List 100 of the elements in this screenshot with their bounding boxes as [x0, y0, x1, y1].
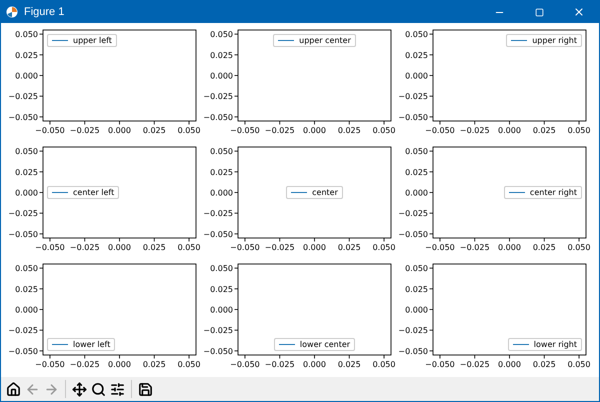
y-tick-label: 0.025: [405, 284, 428, 294]
x-tick-label: 0.000: [108, 360, 131, 369]
legend-label: center left: [73, 188, 114, 197]
x-tick-label: 0.000: [498, 126, 521, 135]
y-tick-label: −0.025: [203, 209, 233, 218]
x-tick-label: −0.025: [460, 243, 490, 252]
x-tick-label: 0.050: [372, 126, 396, 135]
x-tick-label: −0.050: [230, 243, 260, 252]
x-tick-label: 0.050: [372, 360, 396, 369]
y-tick-label: 0.025: [405, 50, 428, 60]
x-tick-label: −0.025: [70, 243, 100, 252]
x-tick-label: 0.000: [303, 360, 326, 369]
y-tick-label: 0.000: [210, 188, 233, 198]
y-tick-label: 0.000: [15, 72, 38, 80]
y-tick-label: 0.000: [405, 306, 428, 314]
y-tick-label: 0.025: [210, 284, 233, 294]
y-tick-label: 0.025: [15, 168, 38, 177]
y-tick-label: 0.025: [210, 50, 233, 60]
y-tick-label: −0.025: [203, 326, 233, 336]
y-tick-label: 0.000: [405, 72, 428, 80]
x-tick-label: 0.000: [498, 360, 521, 369]
x-tick-label: 0.050: [178, 360, 200, 369]
x-tick-label: 0.025: [532, 126, 556, 135]
legend-label: lower center: [300, 340, 350, 349]
y-tick-label: 0.025: [15, 284, 38, 294]
y-tick-label: −0.050: [8, 230, 38, 239]
y-tick-label: −0.025: [8, 326, 38, 336]
y-tick-label: 0.050: [405, 264, 428, 274]
x-tick-label: 0.050: [568, 243, 590, 252]
x-tick-label: 0.025: [142, 360, 166, 369]
x-tick-label: 0.050: [372, 243, 396, 252]
y-tick-label: −0.050: [398, 346, 428, 356]
y-tick-label: −0.025: [8, 92, 38, 102]
x-tick-label: −0.025: [264, 360, 295, 369]
x-tick-label: 0.000: [108, 243, 131, 252]
x-tick-label: −0.050: [425, 243, 455, 252]
y-tick-label: 0.050: [210, 264, 233, 274]
x-tick-label: 0.025: [338, 360, 361, 369]
x-tick-label: 0.025: [532, 360, 556, 369]
y-tick-label: 0.050: [15, 30, 38, 40]
x-tick-label: 0.025: [338, 126, 361, 135]
legend-label: center: [312, 188, 338, 197]
y-tick-label: −0.025: [203, 92, 233, 102]
legend-label: upper left: [73, 36, 112, 45]
window-title: Figure 1: [24, 6, 66, 18]
y-tick-label: 0.050: [15, 147, 38, 156]
y-tick-label: 0.050: [210, 147, 233, 156]
x-tick-label: 0.000: [498, 243, 521, 252]
y-tick-label: −0.025: [8, 209, 38, 218]
app-icon: [6, 6, 18, 18]
x-tick-label: 0.050: [568, 360, 590, 369]
x-tick-label: 0.050: [568, 126, 590, 135]
y-tick-label: 0.000: [210, 72, 233, 80]
legend-label: upper center: [299, 36, 351, 45]
legend-label: lower left: [73, 340, 110, 349]
legend-label: upper right: [532, 36, 577, 45]
legend-label: center right: [530, 188, 577, 197]
y-tick-label: 0.025: [210, 168, 233, 177]
x-tick-label: 0.050: [178, 243, 200, 252]
maximize-icon[interactable]: [534, 8, 544, 16]
y-tick-label: −0.025: [398, 209, 428, 218]
x-tick-label: −0.050: [230, 126, 260, 135]
y-tick-label: −0.050: [203, 230, 233, 239]
y-tick-label: 0.025: [15, 50, 38, 60]
y-tick-label: 0.050: [210, 30, 233, 40]
x-tick-label: −0.050: [425, 360, 455, 369]
x-tick-label: −0.050: [35, 360, 65, 369]
y-tick-label: 0.050: [405, 147, 428, 156]
x-tick-label: −0.050: [35, 126, 65, 135]
x-tick-label: −0.025: [70, 360, 100, 369]
y-tick-label: 0.000: [15, 188, 38, 198]
x-tick-label: 0.000: [303, 243, 326, 252]
y-tick-label: 0.050: [15, 264, 38, 274]
x-tick-label: −0.025: [70, 126, 100, 135]
y-tick-label: 0.000: [405, 188, 428, 198]
x-tick-label: 0.025: [532, 243, 556, 252]
y-tick-label: 0.025: [405, 168, 428, 177]
y-tick-label: −0.050: [8, 346, 38, 356]
x-tick-label: −0.025: [264, 126, 295, 135]
y-tick-label: −0.050: [8, 112, 38, 122]
legend-label: lower right: [534, 340, 577, 349]
x-tick-label: −0.025: [264, 243, 295, 252]
y-tick-label: 0.000: [15, 306, 38, 314]
x-tick-label: 0.025: [338, 243, 361, 252]
x-tick-label: 0.000: [303, 126, 326, 135]
x-tick-label: 0.000: [108, 126, 131, 135]
y-tick-label: −0.050: [203, 346, 233, 356]
x-tick-label: −0.025: [460, 360, 490, 369]
close-icon[interactable]: [573, 6, 585, 18]
x-tick-label: −0.050: [230, 360, 260, 369]
x-tick-label: −0.050: [35, 243, 65, 252]
y-tick-label: −0.050: [398, 230, 428, 239]
x-tick-label: 0.050: [178, 126, 200, 135]
y-tick-label: 0.000: [210, 306, 233, 314]
y-tick-label: −0.050: [203, 112, 233, 122]
x-tick-label: −0.050: [425, 126, 455, 135]
x-tick-label: −0.025: [460, 126, 490, 135]
y-tick-label: −0.050: [398, 112, 428, 122]
y-tick-label: −0.025: [398, 326, 428, 336]
x-tick-label: 0.025: [142, 243, 166, 252]
